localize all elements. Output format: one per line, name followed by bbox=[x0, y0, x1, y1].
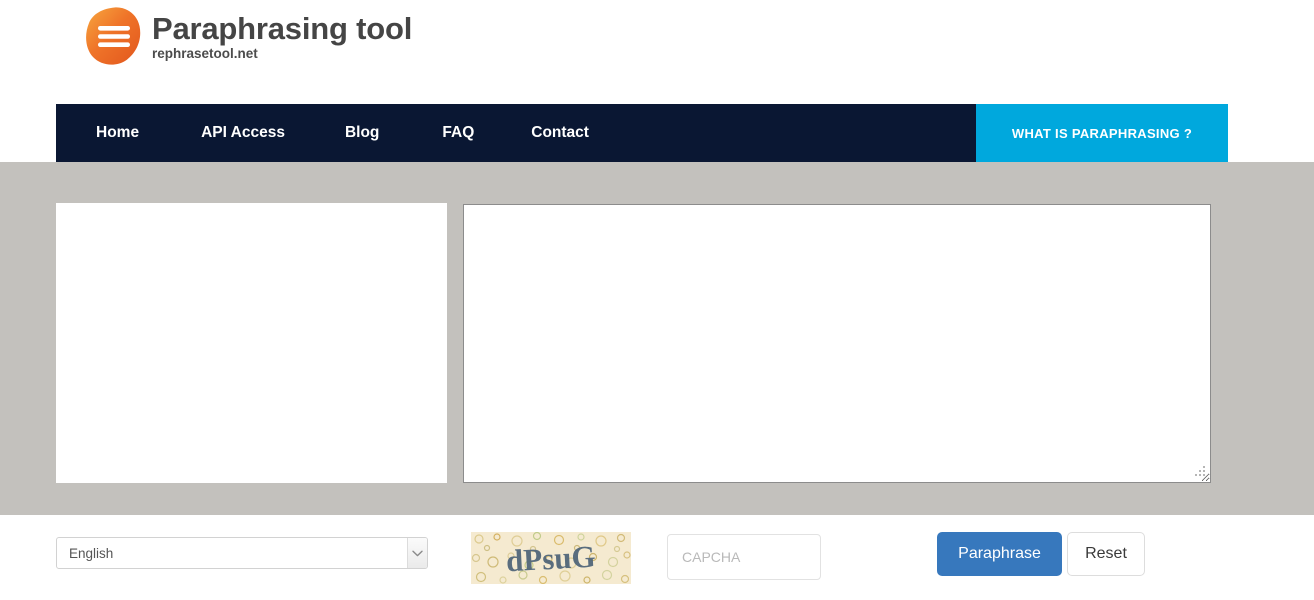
logo-title: Paraphrasing tool bbox=[152, 11, 413, 47]
reset-button[interactable]: Reset bbox=[1067, 532, 1145, 576]
svg-text:dPsuG: dPsuG bbox=[505, 539, 596, 579]
source-text-input[interactable] bbox=[56, 203, 447, 483]
bottom-control-bar: English dPsuG CAPCHA Paraphrase Reset bbox=[0, 515, 1314, 600]
captcha-input[interactable] bbox=[667, 534, 821, 580]
what-is-paraphrasing-button[interactable]: WHAT IS PARAPHRASING ? bbox=[976, 104, 1228, 162]
nav-item-home[interactable]: Home bbox=[96, 124, 139, 142]
logo-subtitle: rephrasetool.net bbox=[152, 45, 258, 61]
nav-item-faq[interactable]: FAQ bbox=[442, 124, 474, 142]
language-select-wrapper: English bbox=[56, 537, 428, 569]
paraphrase-button[interactable]: Paraphrase bbox=[937, 532, 1062, 576]
nav-links: Home API Access Blog FAQ Contact bbox=[56, 104, 976, 162]
page-root: Paraphrasing tool rephrasetool.net Home … bbox=[0, 0, 1314, 600]
nav-item-blog[interactable]: Blog bbox=[345, 124, 379, 142]
hamburger-blob-logo-icon bbox=[82, 4, 146, 68]
main-navigation: Home API Access Blog FAQ Contact WHAT IS… bbox=[56, 104, 1228, 162]
logo-text: Paraphrasing tool rephrasetool.net bbox=[152, 10, 412, 61]
nav-item-api-access[interactable]: API Access bbox=[201, 124, 285, 142]
nav-item-contact[interactable]: Contact bbox=[531, 124, 589, 142]
site-header: Paraphrasing tool rephrasetool.net bbox=[0, 0, 1314, 104]
language-select[interactable]: English bbox=[56, 537, 428, 569]
captcha-image: dPsuG bbox=[471, 532, 631, 584]
paraphrased-text-output[interactable] bbox=[463, 204, 1211, 483]
logo[interactable]: Paraphrasing tool rephrasetool.net bbox=[82, 4, 412, 68]
